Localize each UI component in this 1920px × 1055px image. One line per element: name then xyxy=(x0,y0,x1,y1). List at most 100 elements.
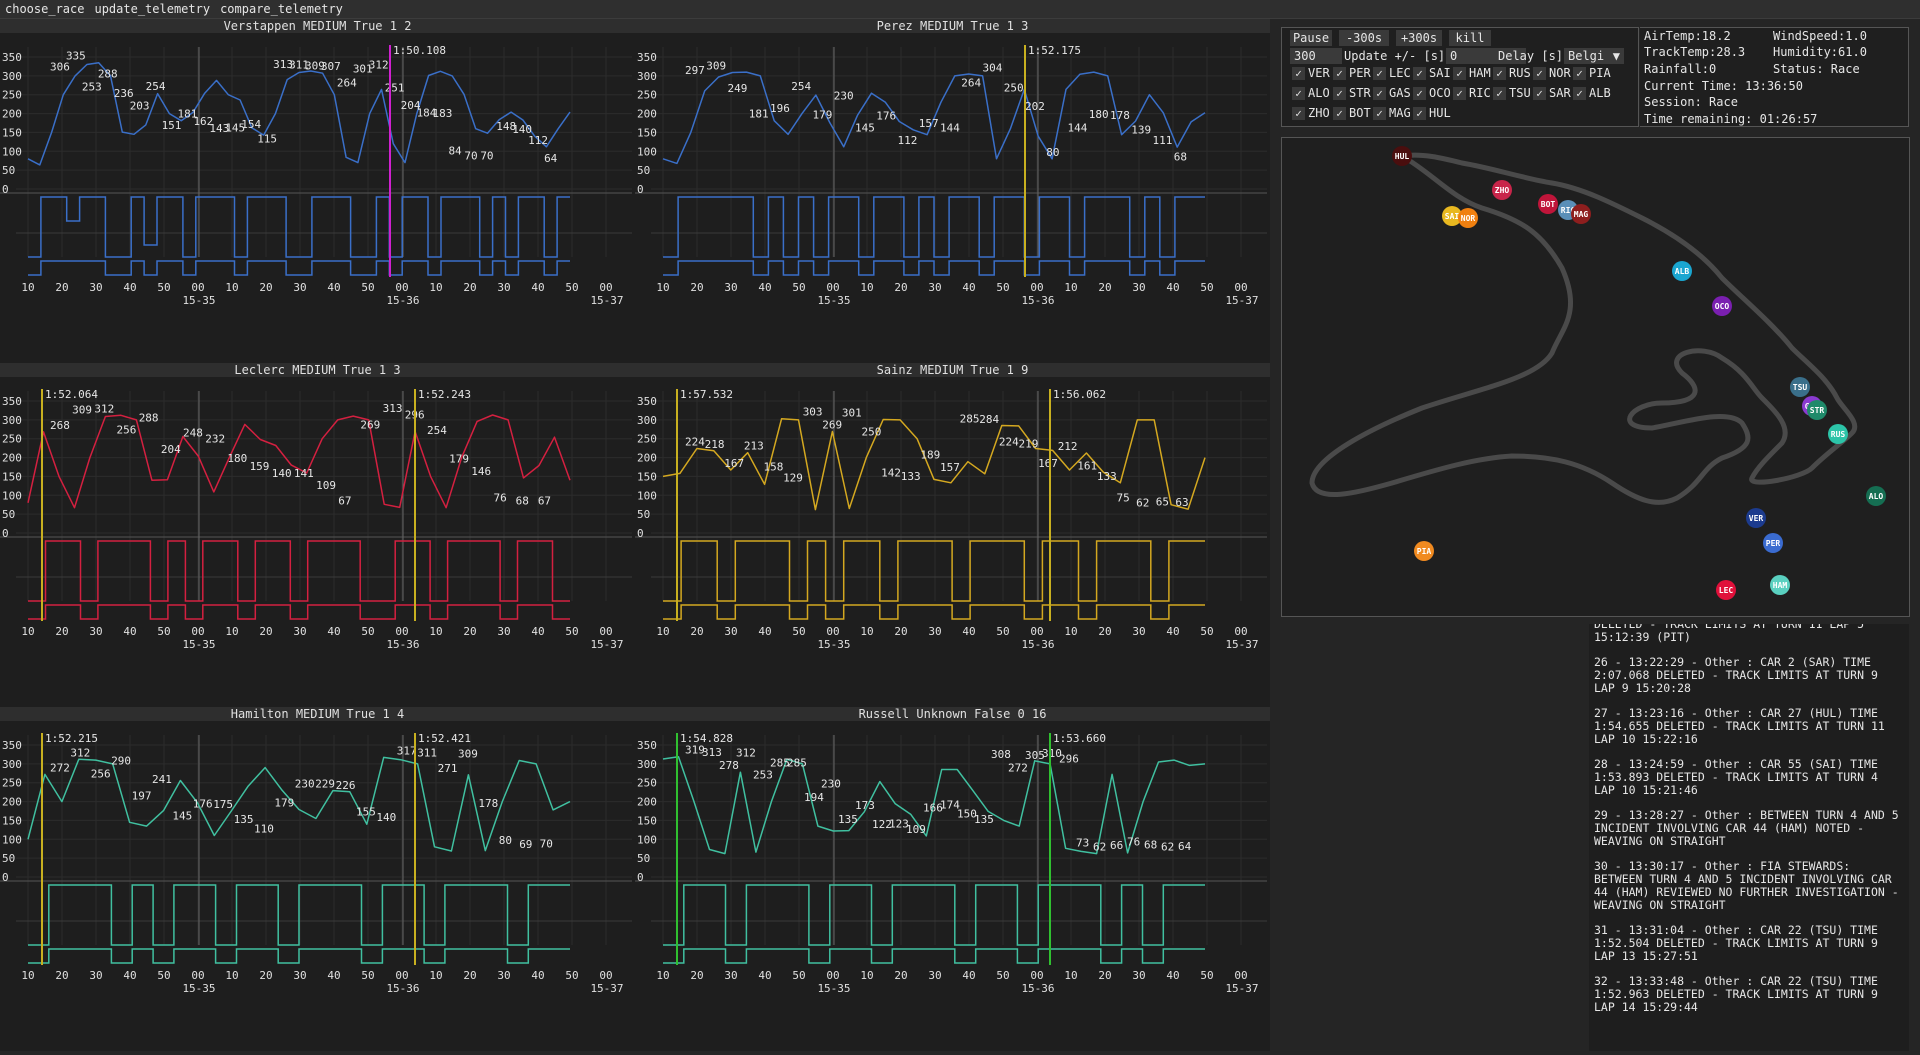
x-tick-label: 30 xyxy=(928,969,941,982)
driver-checkbox-hul[interactable]: ✓ xyxy=(1413,107,1426,120)
driver-checkbox-alo[interactable]: ✓ xyxy=(1292,87,1305,100)
x-tick-label: 40 xyxy=(327,281,340,294)
driver-checkbox-per[interactable]: ✓ xyxy=(1333,67,1346,80)
speed-label: 158 xyxy=(763,460,783,473)
x-tick-label: 00 xyxy=(1030,625,1043,638)
driver-checkbox-ham[interactable]: ✓ xyxy=(1453,67,1466,80)
speed-label: 64 xyxy=(544,152,558,165)
y-tick-label: 150 xyxy=(637,814,657,827)
minute-label: 15-37 xyxy=(1225,638,1258,651)
forward-button[interactable]: +300s xyxy=(1396,30,1442,46)
speed-label: 179 xyxy=(274,796,294,809)
log-entry: 27 - 13:23:16 - Other : CAR 27 (HUL) TIM… xyxy=(1594,706,1885,746)
y-tick-label: 250 xyxy=(2,433,22,446)
minute-label: 15-36 xyxy=(1021,982,1054,995)
driver-checkbox-rus[interactable]: ✓ xyxy=(1493,67,1506,80)
driver-checkbox-zho[interactable]: ✓ xyxy=(1292,107,1305,120)
driver-checkbox-alb[interactable]: ✓ xyxy=(1573,87,1586,100)
menu-update-telemetry[interactable]: update_telemetry xyxy=(89,0,215,18)
y-tick-label: 50 xyxy=(637,852,650,865)
speed-label: 253 xyxy=(753,769,773,782)
speed-label: 219 xyxy=(1018,437,1038,450)
driver-checkbox-str[interactable]: ✓ xyxy=(1333,87,1346,100)
kill-button[interactable]: kill xyxy=(1449,30,1491,46)
y-tick-label: 150 xyxy=(2,470,22,483)
y-tick-label: 150 xyxy=(637,470,657,483)
driver-label-hul: HUL xyxy=(1429,106,1451,120)
speed-label: 80 xyxy=(1046,146,1059,159)
car-label: RUS xyxy=(1831,430,1846,439)
speed-label: 66 xyxy=(1110,839,1123,852)
driver-checkbox-mag[interactable]: ✓ xyxy=(1373,107,1386,120)
pause-button[interactable]: Pause xyxy=(1290,30,1332,46)
driver-checkbox-sar[interactable]: ✓ xyxy=(1533,87,1546,100)
car-label: MAG xyxy=(1574,210,1589,219)
speed-label: 251 xyxy=(385,81,405,94)
x-tick-label: 40 xyxy=(758,281,771,294)
driver-checkbox-gas[interactable]: ✓ xyxy=(1373,87,1386,100)
speed-label: 151 xyxy=(162,119,182,132)
update-label: Update +/- [s] xyxy=(1344,49,1446,63)
driver-checkbox-pia[interactable]: ✓ xyxy=(1573,67,1586,80)
rewind-button[interactable]: -300s xyxy=(1339,30,1389,46)
speed-label: 175 xyxy=(213,798,233,811)
track-map-panel: HULZHOBOTRICMAGSAINORALBOCOTSUGASSTRRUSA… xyxy=(1281,137,1910,617)
driver-checkbox-bot[interactable]: ✓ xyxy=(1333,107,1346,120)
speed-label: 308 xyxy=(991,748,1011,761)
x-tick-label: 50 xyxy=(361,281,374,294)
x-tick-label: 40 xyxy=(758,625,771,638)
x-tick-label: 20 xyxy=(463,969,476,982)
driver-checkbox-lec[interactable]: ✓ xyxy=(1373,67,1386,80)
step-input[interactable]: 300 xyxy=(1290,48,1342,64)
time-remaining: Time remaining: 01:26:57 xyxy=(1644,112,1818,126)
driver-label-oco: OCO xyxy=(1429,86,1451,100)
y-tick-label: 100 xyxy=(637,145,657,158)
driver-checkbox-oco[interactable]: ✓ xyxy=(1413,87,1426,100)
driver-checkbox-tsu[interactable]: ✓ xyxy=(1493,87,1506,100)
car-label: HUL xyxy=(1395,152,1410,161)
chart-title: Hamilton MEDIUM True 1 4 xyxy=(231,707,404,721)
y-tick-label: 350 xyxy=(637,395,657,408)
speed-label: 180 xyxy=(1089,108,1109,121)
chart-title: Sainz MEDIUM True 1 9 xyxy=(877,363,1029,377)
y-tick-label: 350 xyxy=(637,51,657,64)
x-tick-label: 40 xyxy=(758,969,771,982)
log-entry: 28 - 13:24:59 - Other : CAR 55 (SAI) TIM… xyxy=(1594,757,1878,797)
speed-label: 161 xyxy=(1077,459,1097,472)
menu-choose-race[interactable]: choose_race xyxy=(0,0,89,18)
race-select-value: Belgi xyxy=(1568,49,1605,63)
telemetry-plot-svg[interactable]: Verstappen MEDIUM True 1 235030025020015… xyxy=(0,19,1270,1051)
speed-label: 146 xyxy=(471,465,491,478)
y-tick-label: 250 xyxy=(637,777,657,790)
minute-label: 15-35 xyxy=(817,294,850,307)
driver-checkbox-sai[interactable]: ✓ xyxy=(1413,67,1426,80)
x-tick-label: 10 xyxy=(225,625,238,638)
y-tick-label: 250 xyxy=(637,89,657,102)
chart-title: Perez MEDIUM True 1 3 xyxy=(877,19,1029,33)
lap-time-label: 1:57.532 xyxy=(680,388,733,401)
x-tick-label: 00 xyxy=(191,969,204,982)
speed-label: 224 xyxy=(999,436,1019,449)
driver-checkbox-ric[interactable]: ✓ xyxy=(1453,87,1466,100)
race-control-log[interactable]: DELETED - TRACK LIMITS AT TURN 11 LAP 5 … xyxy=(1589,624,1909,1051)
chevron-down-icon: ▼ xyxy=(1612,49,1620,63)
menu-bar: choose_race update_telemetry compare_telem… xyxy=(0,0,1920,19)
y-tick-label: 50 xyxy=(637,508,650,521)
y-tick-label: 200 xyxy=(637,796,657,809)
driver-checkbox-ver[interactable]: ✓ xyxy=(1292,67,1305,80)
speed-label: 62 xyxy=(1161,841,1174,854)
x-tick-label: 20 xyxy=(690,281,703,294)
speed-label: 202 xyxy=(1025,100,1045,113)
x-tick-label: 00 xyxy=(599,281,612,294)
x-tick-label: 50 xyxy=(996,281,1009,294)
race-select[interactable]: Belgi ▼ xyxy=(1564,48,1624,64)
driver-checkbox-nor[interactable]: ✓ xyxy=(1533,67,1546,80)
air-temp: AirTemp:18.2 xyxy=(1644,29,1731,43)
speed-label: 70 xyxy=(464,150,477,163)
telemetry-chart: Hamilton MEDIUM True 1 43503002502001501… xyxy=(0,707,635,1051)
telemetry-plots: Verstappen MEDIUM True 1 2 350 300 250 200 15… xyxy=(0,19,1270,1051)
x-tick-label: 20 xyxy=(894,625,907,638)
y-tick-label: 0 xyxy=(637,183,644,196)
menu-compare-telemetry[interactable]: compare_telemetry xyxy=(215,0,348,18)
speed-label: 309 xyxy=(706,59,726,72)
